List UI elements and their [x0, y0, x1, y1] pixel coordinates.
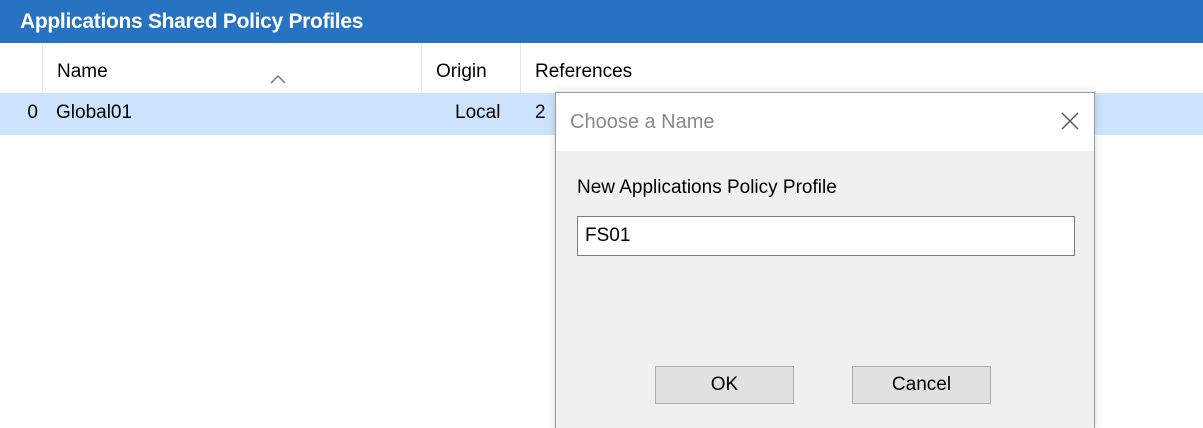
column-header-name-label: Name — [57, 61, 108, 82]
row-origin-cell[interactable]: Local — [422, 93, 521, 135]
row-name-cell[interactable]: Global01 — [43, 93, 422, 135]
choose-name-dialog: Choose a Name New Applications Policy Pr… — [555, 92, 1095, 428]
column-header-name[interactable]: Name — [43, 43, 422, 93]
column-header-origin-label: Origin — [436, 61, 487, 82]
close-icon[interactable] — [1052, 103, 1088, 139]
column-header-references[interactable]: References — [521, 43, 1203, 93]
profile-name-label: New Applications Policy Profile — [577, 177, 837, 198]
row-index: 0 — [27, 102, 38, 123]
column-header-origin[interactable]: Origin — [422, 43, 521, 93]
column-header-references-label: References — [535, 61, 633, 82]
panel-title: Applications Shared Policy Profiles — [0, 0, 1203, 43]
profile-name-input[interactable] — [577, 216, 1075, 256]
application-window: Applications Shared Policy Profiles Name… — [0, 0, 1203, 428]
row-header-column — [0, 43, 43, 93]
dialog-titlebar[interactable]: Choose a Name — [556, 93, 1094, 151]
ok-button[interactable]: OK — [655, 366, 794, 404]
grid-header: Name Origin References — [0, 43, 1203, 93]
sort-up-caret-icon — [270, 50, 286, 84]
dialog-title: Choose a Name — [570, 111, 715, 133]
cancel-button[interactable]: Cancel — [852, 366, 991, 404]
